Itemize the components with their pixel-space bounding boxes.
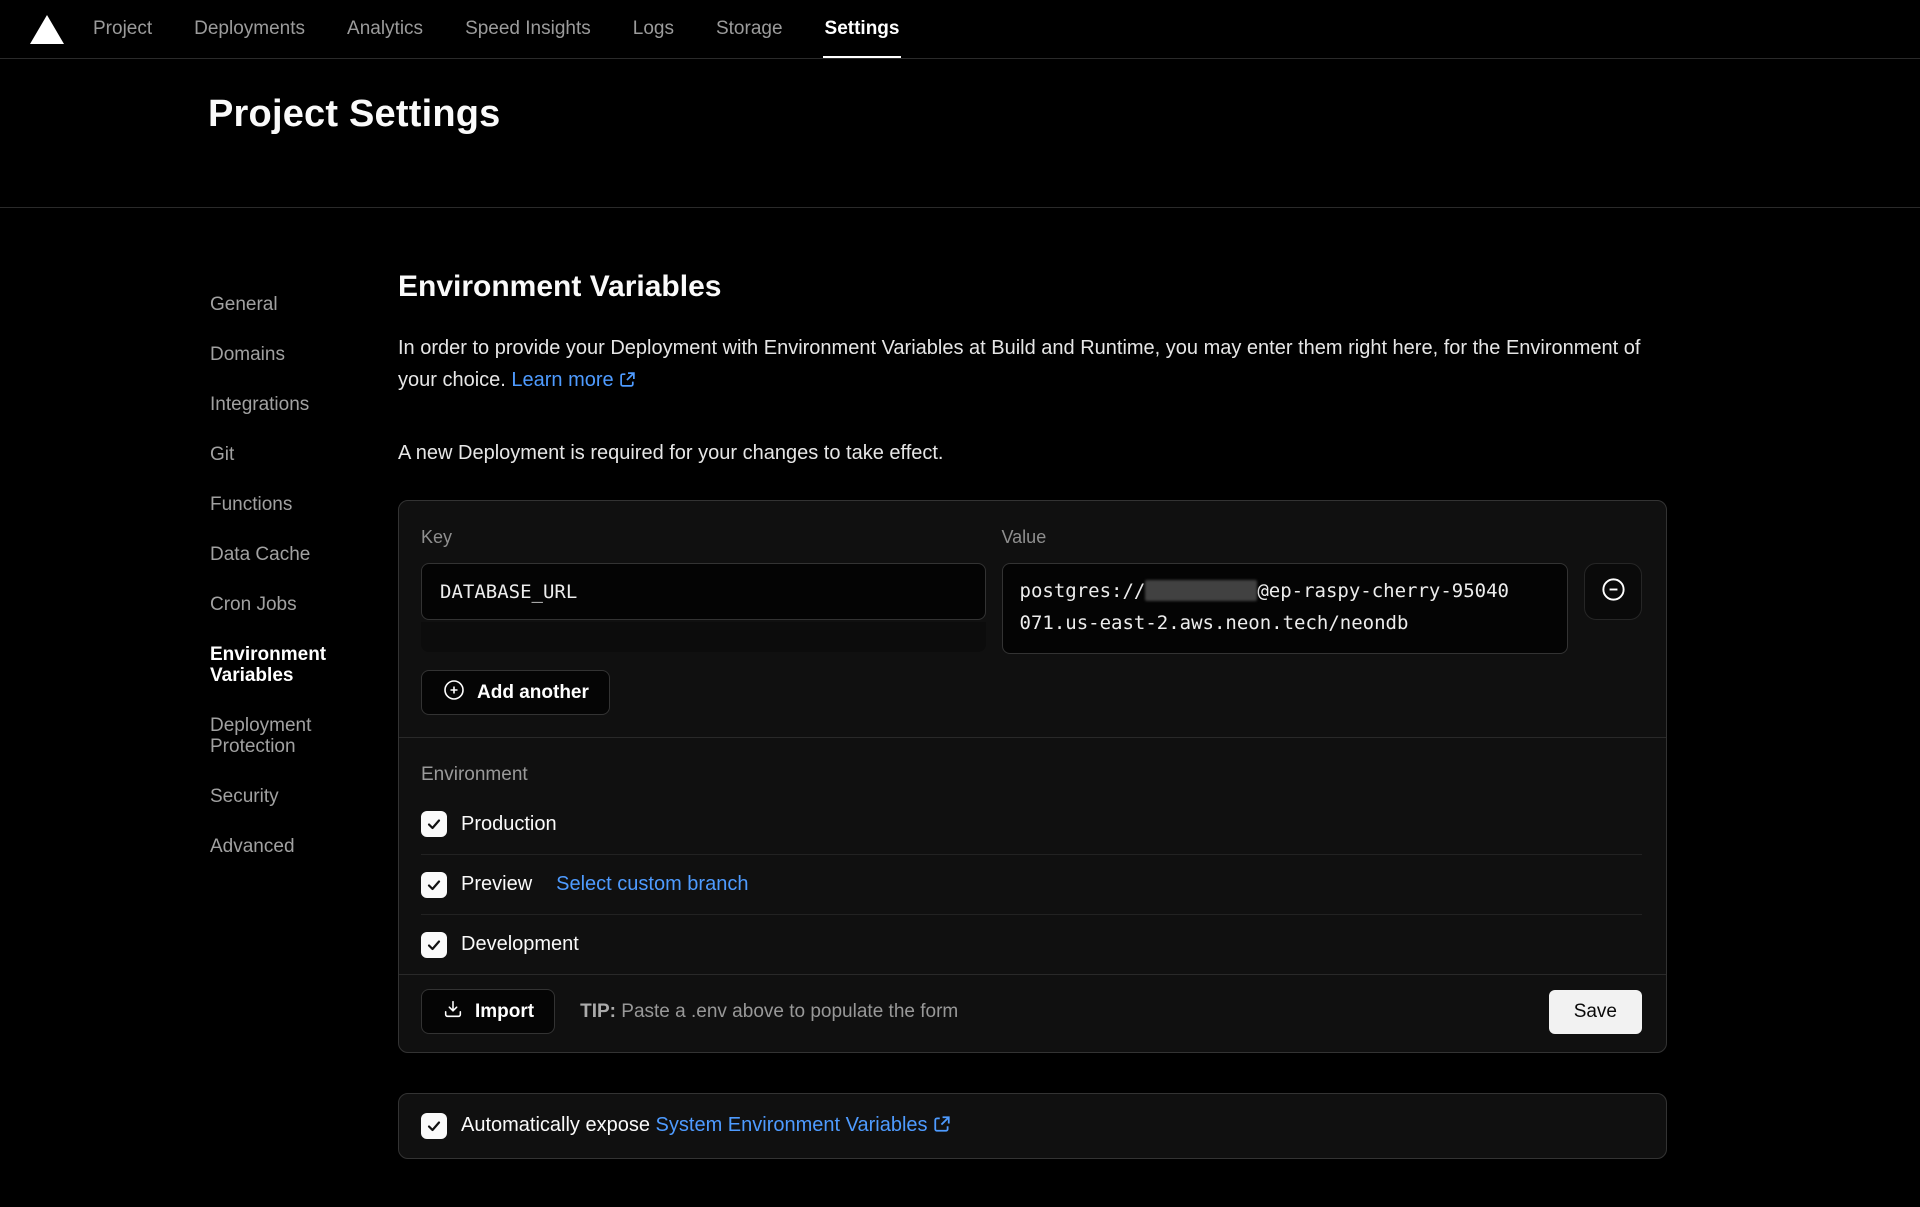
vercel-logo[interactable]: [30, 0, 64, 58]
nav-tab-project[interactable]: Project: [91, 0, 154, 58]
remove-row-button[interactable]: [1584, 563, 1642, 620]
development-checkbox[interactable]: [421, 932, 447, 958]
external-link-icon: [933, 1115, 951, 1139]
env-name-development: Development: [461, 933, 579, 956]
top-nav: Project Deployments Analytics Speed Insi…: [0, 0, 1920, 59]
tip-bold: TIP:: [580, 1001, 616, 1022]
section-description: In order to provide your Deployment with…: [398, 332, 1667, 398]
production-checkbox[interactable]: [421, 811, 447, 837]
save-button[interactable]: Save: [1549, 990, 1642, 1034]
content: General Domains Integrations Git Functio…: [0, 207, 1920, 1159]
value-prefix: postgres://: [1020, 580, 1146, 602]
env-row-preview: Preview Select custom branch: [421, 854, 1642, 914]
environment-label: Environment: [421, 764, 1642, 786]
page-title: Project Settings: [208, 93, 1920, 136]
learn-more-label: Learn more: [511, 369, 613, 391]
key-label: Key: [421, 527, 986, 548]
environment-section: Environment Production Preview Select cu…: [399, 738, 1666, 974]
system-env-checkbox[interactable]: [421, 1113, 447, 1139]
system-env-link[interactable]: System Environment Variables: [656, 1114, 951, 1136]
import-label: Import: [475, 1001, 534, 1023]
external-link-icon: [619, 366, 636, 398]
card-footer: Import TIP: Paste a .env above to popula…: [399, 975, 1666, 1052]
system-env-card: Automatically expose System Environment …: [398, 1093, 1667, 1159]
nav-tab-analytics[interactable]: Analytics: [345, 0, 425, 58]
redacted-credentials: [1145, 580, 1257, 601]
system-env-link-label: System Environment Variables: [656, 1114, 928, 1136]
value-line2: 071.us-east-2.aws.neon.tech/neondb: [1020, 612, 1409, 634]
plus-circle-icon: [442, 678, 466, 708]
nav-tab-settings[interactable]: Settings: [823, 0, 902, 58]
preview-checkbox[interactable]: [421, 872, 447, 898]
key-input-shadow: [421, 622, 986, 652]
sidebar-item-functions[interactable]: Functions: [210, 494, 398, 515]
minus-circle-icon: [1600, 576, 1627, 608]
env-vars-card: Key Value postgres:// @ep-raspy-cherry-95…: [398, 500, 1667, 1053]
value-line1-suffix: @ep-raspy-cherry-95040: [1257, 580, 1509, 602]
sidebar-item-general[interactable]: General: [210, 294, 398, 315]
sidebar-item-integrations[interactable]: Integrations: [210, 394, 398, 415]
sidebar-item-data-cache[interactable]: Data Cache: [210, 544, 398, 565]
learn-more-link[interactable]: Learn more: [511, 369, 635, 391]
sidebar-item-domains[interactable]: Domains: [210, 344, 398, 365]
nav-tab-logs[interactable]: Logs: [631, 0, 676, 58]
value-label: Value: [1002, 527, 1569, 548]
nav-tabs: Project Deployments Analytics Speed Insi…: [91, 0, 901, 58]
key-input[interactable]: [421, 563, 986, 620]
sidebar-item-deployment-protection[interactable]: Deployment Protection: [210, 715, 398, 757]
tip-text: TIP: Paste a .env above to populate the …: [580, 1001, 958, 1023]
redeploy-note: A new Deployment is required for your ch…: [398, 442, 1667, 465]
sidebar-item-advanced[interactable]: Advanced: [210, 836, 398, 857]
page-header: Project Settings: [0, 59, 1920, 207]
system-env-text: Automatically expose System Environment …: [461, 1114, 951, 1139]
nav-tab-storage[interactable]: Storage: [714, 0, 785, 58]
vercel-triangle-icon: [30, 15, 64, 44]
section-heading: Environment Variables: [398, 270, 1667, 304]
sidebar-item-environment-variables[interactable]: Environment Variables: [210, 644, 398, 686]
tip-body: Paste a .env above to populate the form: [621, 1001, 958, 1022]
env-row-development: Development: [421, 914, 1642, 974]
sidebar-item-security[interactable]: Security: [210, 786, 398, 807]
sidebar-item-cron-jobs[interactable]: Cron Jobs: [210, 594, 398, 615]
value-input[interactable]: postgres:// @ep-raspy-cherry-95040 071.us-…: [1002, 563, 1569, 654]
key-value-section: Key Value postgres:// @ep-raspy-cherry-95…: [399, 501, 1666, 737]
select-custom-branch-link[interactable]: Select custom branch: [556, 873, 748, 896]
env-name-preview: Preview: [461, 873, 532, 896]
sidebar-item-git[interactable]: Git: [210, 444, 398, 465]
add-another-label: Add another: [477, 682, 589, 704]
download-icon: [442, 998, 464, 1026]
env-name-production: Production: [461, 813, 557, 836]
nav-tab-speed-insights[interactable]: Speed Insights: [463, 0, 593, 58]
add-another-button[interactable]: Add another: [421, 670, 610, 715]
main-panel: Environment Variables In order to provid…: [398, 208, 1667, 1159]
nav-tab-deployments[interactable]: Deployments: [192, 0, 307, 58]
env-row-production: Production: [421, 794, 1642, 854]
settings-sidebar: General Domains Integrations Git Functio…: [0, 208, 398, 1159]
system-env-text-label: Automatically expose: [461, 1114, 650, 1136]
import-button[interactable]: Import: [421, 989, 555, 1034]
